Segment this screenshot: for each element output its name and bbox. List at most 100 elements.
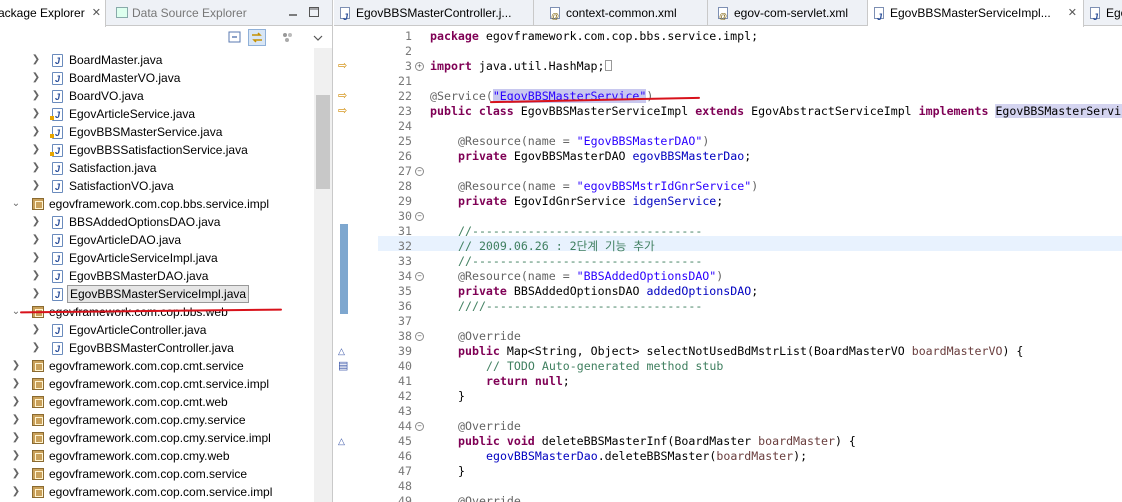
line-number: 44	[398, 419, 412, 433]
fold-collapse-icon[interactable]: −	[415, 422, 424, 431]
code-line: egovBBSMasterDao.deleteBBSMaster(boardMa…	[486, 449, 808, 463]
maximize-icon[interactable]	[307, 5, 321, 19]
tab-egov-com-servlet[interactable]: egov-com-servlet.xml	[708, 0, 868, 26]
override-triangle-icon: △	[338, 346, 345, 356]
package-icon	[32, 468, 44, 480]
tree-item-label: SatisfactionVO.java	[69, 179, 174, 193]
tree-item-label: egovframework.com.cop.bbs.service.impl	[49, 197, 270, 211]
chevron-right-icon[interactable]: ❯	[31, 69, 41, 87]
folded-import-box[interactable]	[604, 60, 612, 71]
collapse-all-icon[interactable]	[227, 30, 243, 45]
tree-item-label: BoardMasterVO.java	[69, 71, 181, 85]
line-number: 21	[398, 74, 412, 88]
tab-package-explorer[interactable]: ackage Explorer ✕	[0, 0, 106, 27]
java-file-icon	[52, 214, 63, 232]
java-file-icon	[52, 340, 63, 358]
chevron-right-icon[interactable]: ❯	[31, 105, 41, 123]
java-file-icon	[52, 70, 63, 88]
chevron-right-icon[interactable]: ❯	[31, 123, 41, 141]
minimize-icon[interactable]	[286, 5, 300, 19]
tree-item-label: BBSAddedOptionsDAO.java	[69, 215, 221, 229]
chevron-right-icon[interactable]: ❯	[31, 213, 41, 231]
close-icon[interactable]: ✕	[1068, 0, 1077, 26]
code-line: }	[458, 464, 465, 478]
package-icon	[32, 432, 44, 444]
chevron-right-icon[interactable]: ❯	[31, 177, 41, 195]
line-number: 25	[398, 134, 412, 148]
scrollbar-thumb[interactable]	[316, 95, 330, 189]
chevron-right-icon[interactable]: ❯	[31, 231, 41, 249]
package-explorer-toolbar	[0, 26, 332, 48]
chevron-right-icon[interactable]: ❯	[31, 51, 41, 69]
chevron-right-icon[interactable]: ❯	[11, 357, 21, 375]
package-tree: ❯ BoardMaster.java ❯ BoardMasterVO.java …	[0, 48, 314, 502]
code-editor-panel: EgovBBSMasterController.j... context-com…	[334, 0, 1122, 502]
fold-collapse-icon[interactable]: −	[415, 212, 424, 221]
line-number: 46	[398, 449, 412, 463]
chevron-right-icon[interactable]: ❯	[31, 249, 41, 267]
chevron-right-icon[interactable]: ❯	[31, 159, 41, 177]
chevron-right-icon[interactable]: ❯	[11, 483, 21, 501]
line-number: 32	[398, 239, 412, 253]
chevron-right-icon[interactable]: ❯	[31, 321, 41, 339]
tree-item-label: egovframework.com.cop.cmy.service	[49, 413, 246, 427]
chevron-right-icon[interactable]: ❯	[11, 447, 21, 465]
chevron-right-icon[interactable]: ❯	[11, 411, 21, 429]
chevron-down-icon[interactable]: ⌄	[11, 195, 21, 213]
tab-data-source-explorer[interactable]: Data Source Explorer	[112, 0, 252, 26]
line-number: 28	[398, 179, 412, 193]
tab-egov-bbs-master-service-impl[interactable]: EgovBBSMasterServiceImpl... ✕	[868, 0, 1084, 27]
code-line: private EgovBBSMasterDAO egovBBSMasterDa…	[458, 149, 752, 163]
chevron-right-icon[interactable]: ❯	[11, 375, 21, 393]
arrow-marker-icon: ⇨	[338, 90, 348, 102]
tab-package-explorer-label: ackage Explorer	[0, 6, 85, 20]
package-icon	[32, 396, 44, 408]
close-icon[interactable]: ✕	[92, 0, 101, 26]
arrow-marker-icon: ⇨	[338, 105, 348, 117]
fold-expand-icon[interactable]: +	[415, 62, 424, 71]
tab-context-common[interactable]: context-common.xml	[534, 0, 708, 26]
code-line: @Override	[458, 329, 521, 343]
fold-collapse-icon[interactable]: −	[415, 332, 424, 341]
code-line: package egovframework.com.cop.bbs.servic…	[430, 29, 759, 43]
code-line: import java.util.HashMap;	[430, 59, 612, 74]
line-number: 47	[398, 464, 412, 478]
code-line: @Override	[458, 419, 521, 433]
link-with-editor-icon[interactable]	[248, 29, 266, 46]
tab-data-source-label: Data Source Explorer	[132, 6, 247, 20]
tab-egov-bbs-master-controller[interactable]: EgovBBSMasterController.j...	[334, 0, 534, 26]
line-number: 27	[398, 164, 412, 178]
code-area[interactable]: 1 2 3 21 22 23 24 25 26 27 28 29 30 31 3…	[378, 26, 1122, 502]
code-line: private EgovIdGnrService idgenService;	[458, 194, 724, 208]
line-number: 30	[398, 209, 412, 223]
line-number: 24	[398, 119, 412, 133]
tree-item-label: egovframework.com.cop.cmt.web	[49, 395, 228, 409]
tree-item-label: EgovBBSMasterService.java	[69, 125, 223, 139]
chevron-right-icon[interactable]: ❯	[11, 465, 21, 483]
code-line: @Resource(name = "BBSAddedOptionsDAO")	[458, 269, 724, 283]
chevron-right-icon[interactable]: ❯	[31, 267, 41, 285]
line-number: 49	[398, 494, 412, 502]
fold-collapse-icon[interactable]: −	[415, 272, 424, 281]
line-number: 22	[398, 89, 412, 103]
tab-egov-overflow[interactable]: Egov	[1084, 0, 1122, 26]
line-number: 48	[398, 479, 412, 493]
java-file-icon	[52, 178, 63, 196]
java-interface-icon	[50, 106, 63, 124]
package-icon	[32, 414, 44, 426]
chevron-right-icon[interactable]: ❯	[11, 429, 21, 447]
chevron-right-icon[interactable]: ❯	[31, 87, 41, 105]
view-menu-dots-icon[interactable]	[280, 30, 296, 45]
code-line: @Override	[458, 494, 521, 502]
package-icon	[32, 486, 44, 498]
tab-label: egov-com-servlet.xml	[734, 6, 849, 20]
view-menu-chevron-icon[interactable]	[310, 30, 326, 45]
chevron-right-icon[interactable]: ❯	[31, 141, 41, 159]
fold-collapse-icon[interactable]: −	[415, 167, 424, 176]
code-line: public Map<String, Object> selectNotUsed…	[458, 344, 1024, 358]
chevron-right-icon[interactable]: ❯	[31, 285, 41, 303]
tree-scrollbar[interactable]	[314, 48, 332, 502]
chevron-right-icon[interactable]: ❯	[31, 339, 41, 357]
chevron-right-icon[interactable]: ❯	[11, 393, 21, 411]
line-number: 43	[398, 404, 412, 418]
